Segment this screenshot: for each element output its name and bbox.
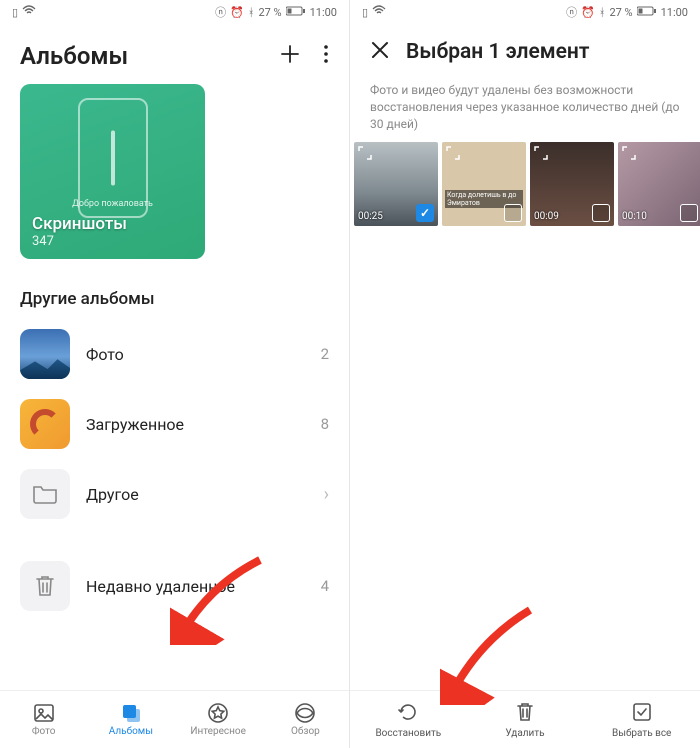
album-row-count: 8	[321, 415, 329, 433]
selection-checkbox[interactable]	[680, 204, 698, 222]
thumbnail-item[interactable]: Когда долетишь в до Эмиратов	[442, 142, 526, 226]
album-row-count: 2	[321, 345, 329, 363]
trash-icon	[514, 701, 536, 726]
download-thumb-icon	[20, 399, 70, 449]
album-row-other[interactable]: Другое ›	[0, 459, 349, 529]
bluetooth-icon: ᚼ	[248, 6, 255, 19]
action-bar: Восстановить Удалить Выбрать все	[350, 690, 700, 748]
video-duration: 00:09	[534, 211, 559, 222]
nav-label: Альбомы	[109, 726, 153, 737]
action-label: Выбрать все	[612, 728, 671, 739]
bluetooth-icon: ᚼ	[599, 6, 606, 19]
nav-albums[interactable]: Альбомы	[87, 691, 174, 748]
trash-icon	[20, 561, 70, 611]
album-row-label: Недавно удаленное	[86, 577, 305, 596]
battery-text: 27 %	[609, 6, 632, 19]
album-row-photo[interactable]: Фото 2	[0, 319, 349, 389]
album-row-recently-deleted[interactable]: Недавно удаленное 4	[0, 551, 349, 621]
globe-icon	[294, 702, 316, 724]
sim-icon: ▯	[12, 6, 18, 19]
album-row-count: 4	[321, 577, 329, 595]
nav-browse[interactable]: Обзор	[262, 691, 349, 748]
alarm-icon: ⏰	[230, 6, 244, 19]
wifi-icon	[22, 5, 36, 20]
album-row-label: Фото	[86, 345, 305, 364]
expand-icon	[446, 146, 460, 163]
video-duration: 00:10	[622, 211, 647, 222]
page-title: Альбомы	[20, 42, 128, 70]
status-bar: ▯ ⓝ ⏰ ᚼ 27 % 11:00	[0, 0, 349, 24]
add-button[interactable]	[279, 43, 301, 69]
album-card-screenshots[interactable]: Добро пожаловать Скриншоты 347	[20, 84, 205, 259]
nfc-icon: ⓝ	[566, 4, 577, 20]
other-albums-title: Другие альбомы	[0, 259, 349, 319]
selection-checkbox[interactable]	[592, 204, 610, 222]
restore-icon	[397, 701, 419, 726]
nav-discover[interactable]: Интересное	[175, 691, 262, 748]
album-card-count: 347	[32, 234, 193, 249]
photo-thumb-icon	[20, 329, 70, 379]
thumbnail-grid: 00:25 Когда долетишь в до Эмиратов 00:09…	[350, 142, 700, 226]
delete-button[interactable]: Удалить	[467, 691, 584, 748]
deletion-info-text: Фото и видео будут удалены без возможнос…	[350, 72, 700, 142]
select-all-icon	[631, 701, 653, 726]
close-button[interactable]	[370, 40, 390, 64]
battery-icon	[637, 6, 657, 19]
action-label: Восстановить	[375, 728, 441, 739]
header: Альбомы	[0, 24, 349, 80]
status-bar: ▯ ⓝ ⏰ ᚼ 27 % 11:00	[350, 0, 700, 24]
nav-label: Обзор	[291, 726, 320, 737]
thumbnail-item[interactable]: 00:09	[530, 142, 614, 226]
restore-button[interactable]: Восстановить	[350, 691, 467, 748]
nav-label: Интересное	[190, 726, 246, 737]
album-row-downloads[interactable]: Загруженное 8	[0, 389, 349, 459]
battery-icon	[286, 6, 306, 19]
star-icon	[207, 702, 229, 724]
nfc-icon: ⓝ	[215, 4, 226, 20]
action-label: Удалить	[505, 728, 544, 739]
selection-title: Выбран 1 элемент	[406, 40, 589, 64]
nav-label: Фото	[32, 726, 56, 737]
battery-text: 27 %	[258, 6, 281, 19]
expand-icon	[358, 146, 372, 163]
header: Выбран 1 элемент	[350, 24, 700, 72]
select-all-button[interactable]: Выбрать все	[583, 691, 700, 748]
thumbnail-item[interactable]: 00:10	[618, 142, 700, 226]
photo-icon	[33, 702, 55, 724]
folder-icon	[20, 469, 70, 519]
video-duration: 00:25	[358, 211, 383, 222]
sim-icon: ▯	[362, 6, 368, 19]
album-row-label: Другое	[86, 485, 302, 504]
selection-checkbox[interactable]	[504, 204, 522, 222]
chevron-right-icon: ›	[324, 484, 329, 505]
time-text: 11:00	[310, 6, 337, 19]
more-button[interactable]	[323, 43, 329, 69]
bottom-nav: Фото Альбомы Интересное Обзор	[0, 690, 349, 748]
expand-icon	[622, 146, 636, 163]
alarm-icon: ⏰	[581, 6, 595, 19]
nav-photo[interactable]: Фото	[0, 691, 87, 748]
thumbnail-item[interactable]: 00:25	[354, 142, 438, 226]
wifi-icon	[372, 5, 386, 20]
expand-icon	[534, 146, 548, 163]
album-row-label: Загруженное	[86, 415, 305, 434]
screen-selection: ▯ ⓝ ⏰ ᚼ 27 % 11:00 Выбран 1 элемент Фото…	[350, 0, 700, 748]
albums-icon	[120, 702, 142, 724]
screen-albums: ▯ ⓝ ⏰ ᚼ 27 % 11:00 Альбомы	[0, 0, 350, 748]
welcome-text: Добро пожаловать	[20, 199, 205, 209]
time-text: 11:00	[661, 6, 688, 19]
selection-checkbox[interactable]	[416, 204, 434, 222]
